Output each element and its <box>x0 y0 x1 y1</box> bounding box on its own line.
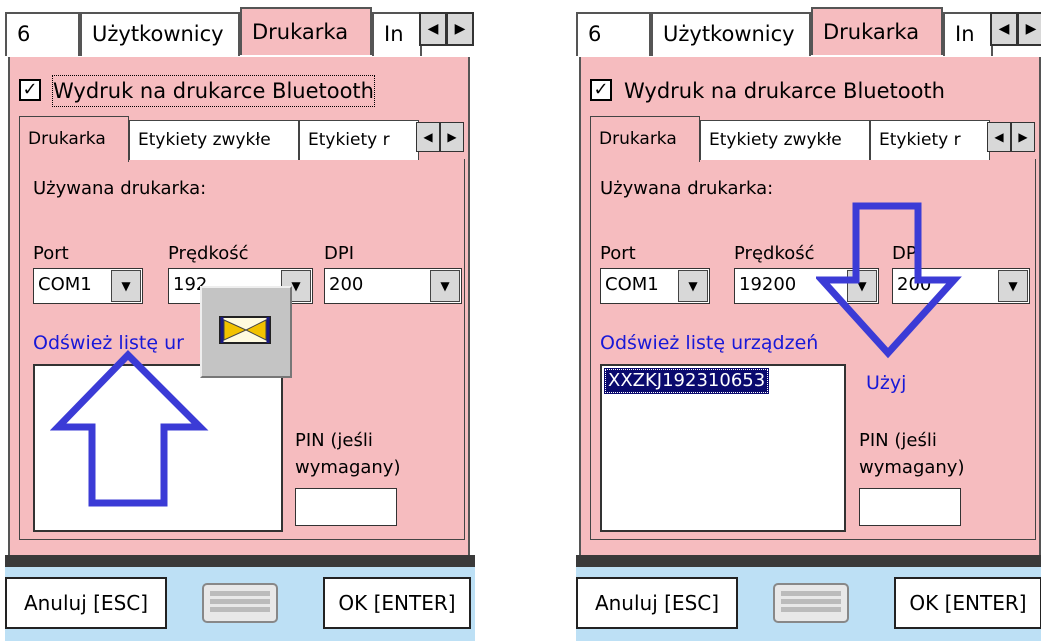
ok-button[interactable]: OK [ENTER] <box>323 577 471 629</box>
tab-more[interactable]: In <box>943 12 993 56</box>
inner-tab-printer[interactable]: Drukarka <box>590 116 700 162</box>
inner-tab-scroll-right-button[interactable]: ▶ <box>440 122 464 152</box>
port-select[interactable]: COM1 ▼ <box>600 268 710 304</box>
list-item[interactable]: XXZKJ192310653 <box>604 368 770 394</box>
device-list[interactable]: XXZKJ192310653 <box>600 364 846 532</box>
inner-tab-strip: Drukarka Etykiety zwykłe Etykiety r ◀ ▶ <box>19 116 465 162</box>
dpi-select[interactable]: 200 ▼ <box>324 268 462 304</box>
tab-scroll-left-button[interactable]: ◀ <box>990 12 1018 46</box>
inner-tab-plain-labels[interactable]: Etykiety zwykłe <box>700 120 870 160</box>
speed-label: Prędkość <box>734 243 815 264</box>
tab-printer[interactable]: Drukarka <box>811 7 943 55</box>
inner-tab-other-labels[interactable]: Etykiety r <box>299 120 419 160</box>
inner-tab-scroll-right-button[interactable]: ▶ <box>1011 122 1035 152</box>
cancel-button[interactable]: Anuluj [ESC] <box>576 577 738 629</box>
wait-cursor-box <box>200 286 292 378</box>
right-screen: 6 Użytkownicy Drukarka In ◀ ▶ ✓ Wydruk n… <box>576 0 1041 641</box>
pin-label-line-2: wymagany) <box>295 457 401 478</box>
dpi-select-value: 200 <box>329 274 364 295</box>
port-dropdown-button[interactable]: ▼ <box>111 270 141 302</box>
inner-tab-printer[interactable]: Drukarka <box>19 116 129 162</box>
pin-input[interactable] <box>295 488 397 526</box>
screen-frame-bottom <box>5 555 475 567</box>
keyboard-icon[interactable] <box>202 583 278 623</box>
bottom-toolbar: Anuluj [ESC] OK [ENTER] <box>5 567 475 641</box>
port-select-value: COM1 <box>38 274 92 295</box>
pin-input[interactable] <box>859 488 961 526</box>
screen-frame-bottom <box>576 555 1041 567</box>
tab-printer[interactable]: Drukarka <box>240 7 372 55</box>
port-label: Port <box>600 243 636 264</box>
bottom-toolbar: Anuluj [ESC] OK [ENTER] <box>576 567 1041 641</box>
top-tab-strip: 6 Użytkownicy Drukarka In ◀ ▶ <box>576 7 1041 59</box>
port-label: Port <box>33 243 69 264</box>
tab-scroll-right-button[interactable]: ▶ <box>446 12 474 46</box>
bluetooth-print-label[interactable]: Wydruk na drukarce Bluetooth <box>52 75 375 107</box>
dpi-label: DPI <box>324 243 355 264</box>
used-printer-label: Używana drukarka: <box>600 178 774 199</box>
keyboard-icon[interactable] <box>773 583 849 623</box>
cancel-button[interactable]: Anuluj [ESC] <box>5 577 167 629</box>
dpi-dropdown-button[interactable]: ▼ <box>430 270 460 302</box>
dpi-dropdown-button[interactable]: ▼ <box>998 270 1028 302</box>
inner-tab-other-labels[interactable]: Etykiety r <box>870 120 990 160</box>
tab-users[interactable]: Użytkownicy <box>80 12 240 56</box>
inner-tab-scroll-left-button[interactable]: ◀ <box>987 122 1011 152</box>
port-select[interactable]: COM1 ▼ <box>33 268 143 304</box>
port-dropdown-button[interactable]: ▼ <box>678 270 708 302</box>
speed-label: Prędkość <box>168 243 249 264</box>
speed-select-value: 19200 <box>739 274 797 295</box>
used-printer-label: Używana drukarka: <box>33 178 207 199</box>
port-select-value: COM1 <box>605 274 659 295</box>
use-device-link[interactable]: Użyj <box>866 372 906 394</box>
bluetooth-print-checkbox[interactable]: ✓ <box>19 79 41 101</box>
refresh-devices-link[interactable]: Odśwież listę urządzeń <box>600 332 818 354</box>
tab-users[interactable]: Użytkownicy <box>651 12 811 56</box>
tab-scroll-right-button[interactable]: ▶ <box>1017 12 1041 46</box>
hourglass-wait-icon <box>219 316 271 344</box>
pin-label-line-1: PIN (jeśli <box>295 430 373 451</box>
bluetooth-print-label[interactable]: Wydruk na drukarce Bluetooth <box>624 76 945 106</box>
top-tab-strip: 6 Użytkownicy Drukarka In ◀ ▶ <box>5 7 475 59</box>
bluetooth-print-checkbox[interactable]: ✓ <box>590 79 612 101</box>
left-screen: 6 Użytkownicy Drukarka In ◀ ▶ ✓ Wydruk n… <box>5 0 475 641</box>
tab-more[interactable]: In <box>372 12 422 56</box>
tab-6[interactable]: 6 <box>576 12 651 56</box>
inner-tab-scroll-left-button[interactable]: ◀ <box>416 122 440 152</box>
inner-tab-strip: Drukarka Etykiety zwykłe Etykiety r ◀ ▶ <box>590 116 1036 162</box>
tab-scroll-left-button[interactable]: ◀ <box>419 12 447 46</box>
pin-label-line-2: wymagany) <box>859 457 965 478</box>
tab-6[interactable]: 6 <box>5 12 80 56</box>
inner-tab-plain-labels[interactable]: Etykiety zwykłe <box>129 120 299 160</box>
arrow-down-annotation-icon <box>816 202 962 359</box>
ok-button[interactable]: OK [ENTER] <box>894 577 1041 629</box>
arrow-up-annotation-icon <box>50 350 209 507</box>
pin-label-line-1: PIN (jeśli <box>859 430 937 451</box>
